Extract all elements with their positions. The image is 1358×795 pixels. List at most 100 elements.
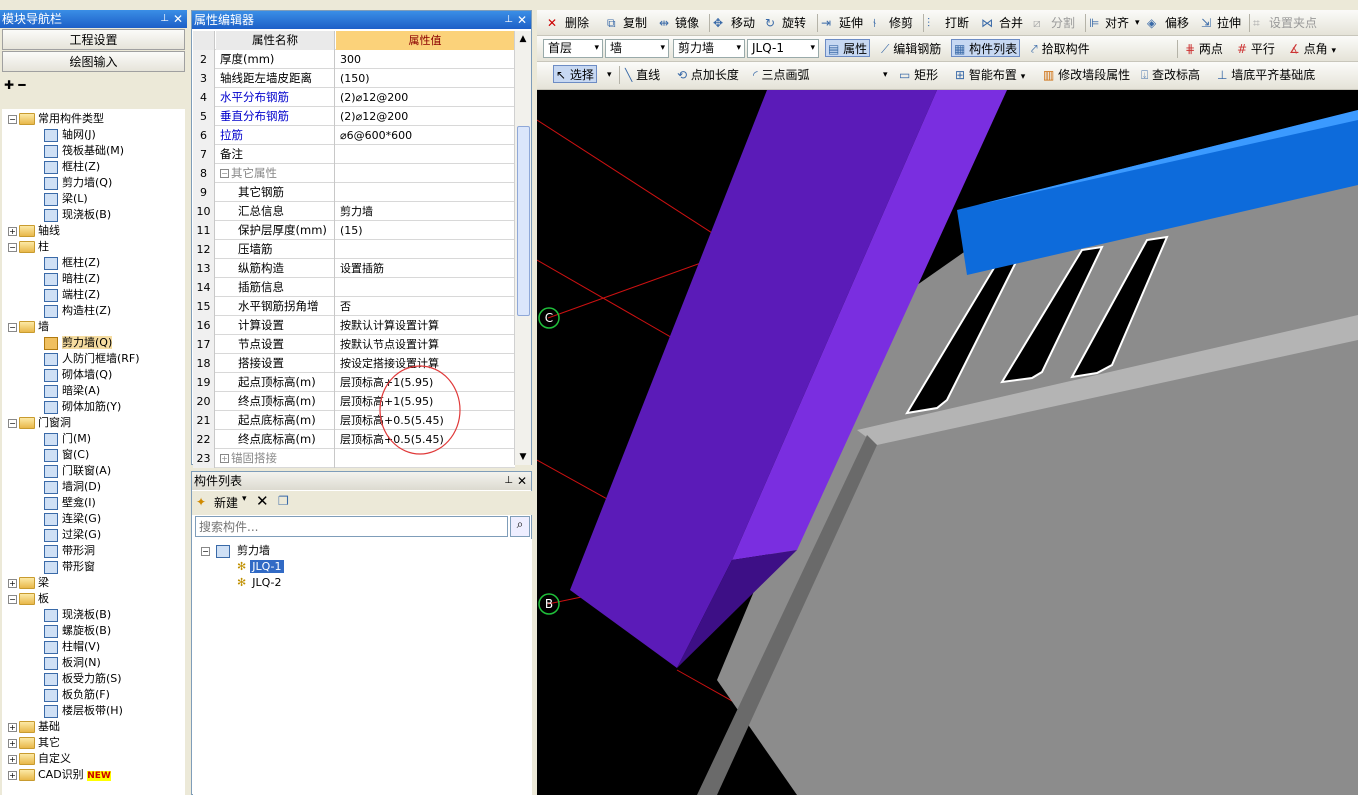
tree-category[interactable]: − 门窗洞 [8,415,71,431]
select-dropdown-icon[interactable]: ▾ [607,66,612,84]
component-item[interactable]: ✻ JLQ-2 [237,575,284,591]
close-icon[interactable]: ✕ [517,472,527,490]
tree-category[interactable]: − 常用构件类型 [8,111,104,127]
tree-item[interactable]: 带形洞 [44,543,95,559]
floor-select[interactable]: 首层 ▾ [543,39,603,58]
collapse-icon[interactable]: − [201,546,210,556]
align-icon[interactable]: ⊫ [1089,14,1099,32]
tree-item[interactable]: 框柱(Z) [44,159,100,175]
property-row[interactable]: 12 压墙筋 [193,240,515,259]
property-value[interactable] [336,164,514,183]
tree-item[interactable]: 砌体加筋(Y) [44,399,121,415]
extend-icon[interactable]: ⇥ [821,14,831,32]
property-value[interactable]: 按设定搭接设置计算 [336,354,514,373]
set-grip-button[interactable]: 设置夹点 [1269,14,1317,32]
axis-marker-c[interactable]: C [538,307,560,329]
tree-item[interactable]: 门(M) [44,431,91,447]
tree-item[interactable]: 板负筋(F) [44,687,110,703]
property-row[interactable]: 11 保护层厚度(mm) (15) [193,221,515,240]
tree-item[interactable]: 暗梁(A) [44,383,100,399]
align-bottom-button[interactable]: ⊥ 墙底平齐基础底 [1217,66,1315,84]
tree-item[interactable]: 人防门框墙(RF) [44,351,140,367]
property-value[interactable]: (2)⌀12@200 [336,88,514,107]
stretch-button[interactable]: 拉伸 [1217,14,1241,32]
property-row[interactable]: 15 水平钢筋拐角增 否 [193,297,515,316]
tree-item[interactable]: 剪力墙(Q) [44,175,112,191]
expand-icon[interactable]: + [8,226,17,236]
tree-item[interactable]: 现浇板(B) [44,207,111,223]
property-row[interactable]: 4 水平分布钢筋 (2)⌀12@200 [193,88,515,107]
tree-item[interactable]: 梁(L) [44,191,88,207]
property-value[interactable]: 层顶标高+1(5.95) [336,392,514,411]
line-button[interactable]: ╲ 直线 [625,66,660,84]
tree-item[interactable]: 过梁(G) [44,527,101,543]
axis-marker-b[interactable]: B [538,593,560,615]
tree-category[interactable]: + 自定义 [8,751,71,767]
new-button[interactable]: 新建 [214,494,238,511]
property-value[interactable]: 剪力墙 [336,202,514,221]
new-dropdown-icon[interactable]: ▾ [242,494,247,504]
tree-item[interactable]: 墙洞(D) [44,479,101,495]
tree-item[interactable]: 柱帽(V) [44,639,100,655]
extend-button[interactable]: 延伸 [839,14,863,32]
split-icon[interactable]: ⧄ [1033,14,1041,32]
component-list-toggle-button[interactable]: ▦ 构件列表 [951,39,1021,57]
project-settings-button[interactable]: 工程设置 [2,29,185,50]
tree-item[interactable]: 暗柱(Z) [44,271,100,287]
tree-item[interactable]: 端柱(Z) [44,287,100,303]
tree-category[interactable]: + 梁 [8,575,49,591]
pick-component-button[interactable]: ⤤ 拾取构件 [1031,40,1090,58]
merge-button[interactable]: 合并 [999,14,1023,32]
delete-icon[interactable]: ✕ [547,14,557,32]
property-row[interactable]: 17 节点设置 按默认节点设置计算 [193,335,515,354]
merge-icon[interactable]: ⋈ [981,14,993,32]
property-value[interactable]: (15) [336,221,514,240]
3d-scene[interactable]: C B [537,90,1358,795]
collapse-icon[interactable]: − [8,322,17,332]
split-button[interactable]: 分割 [1051,14,1075,32]
offset-button[interactable]: 偏移 [1165,14,1189,32]
property-toggle-button[interactable]: ▤ 属性 [825,39,871,57]
align-dropdown-icon[interactable]: ▾ [1135,14,1140,32]
tree-item[interactable]: 壁龛(I) [44,495,96,511]
property-row[interactable]: 22 终点底标高(m) 层顶标高+0.5(5.45) [193,430,515,449]
smart-layout-button[interactable]: ⊞ 智能布置 ▾ [955,66,1025,84]
tree-item[interactable]: 剪力墙(Q) [44,335,113,351]
tree-item[interactable]: 板受力筋(S) [44,671,122,687]
tree-item[interactable]: 楼层板带(H) [44,703,123,719]
offset-icon[interactable]: ◈ [1147,14,1156,32]
tree-category[interactable]: − 柱 [8,239,49,255]
tree-item[interactable]: 构造柱(Z) [44,303,111,319]
tree-category[interactable]: + 轴线 [8,223,60,239]
pin-icon[interactable]: ⊥ [160,10,169,28]
align-button[interactable]: 对齐 [1105,14,1129,32]
tree-item[interactable]: 砌体墙(Q) [44,367,112,383]
tree-item[interactable]: 现浇板(B) [44,607,111,623]
property-value[interactable] [336,449,514,468]
tree-item[interactable]: 带形窗 [44,559,95,575]
break-icon[interactable]: ⫶ [927,14,930,32]
stretch-icon[interactable]: ⇲ [1201,14,1211,32]
property-value[interactable] [336,145,514,164]
tree-category[interactable]: − 板 [8,591,49,607]
move-button[interactable]: 移动 [731,14,755,32]
expand-icon[interactable]: + [8,738,17,748]
pin-icon[interactable]: ⊥ [504,11,513,29]
property-value[interactable]: 300 [336,50,514,69]
rotate-button[interactable]: 旋转 [782,14,806,32]
delete-icon[interactable]: ✕ [256,492,269,510]
rect-button[interactable]: ▭ 矩形 [899,66,938,84]
property-value[interactable]: 否 [336,297,514,316]
delete-button[interactable]: 删除 [565,14,589,32]
tree-item[interactable]: 轴网(J) [44,127,96,143]
property-row[interactable]: 14 插筋信息 [193,278,515,297]
property-value[interactable] [336,278,514,297]
copy-icon[interactable]: ⧉ [607,14,616,32]
collapse-icon[interactable]: − [8,418,17,428]
property-value[interactable]: 层顶标高+1(5.95) [336,373,514,392]
pin-icon[interactable]: ⊥ [504,472,513,490]
expand-icon[interactable]: + [8,722,17,732]
property-row[interactable]: 18 搭接设置 按设定搭接设置计算 [193,354,515,373]
copy-icon[interactable]: ❐ [278,494,289,508]
point-angle-button[interactable]: ∡ 点角 ▾ [1289,40,1336,58]
